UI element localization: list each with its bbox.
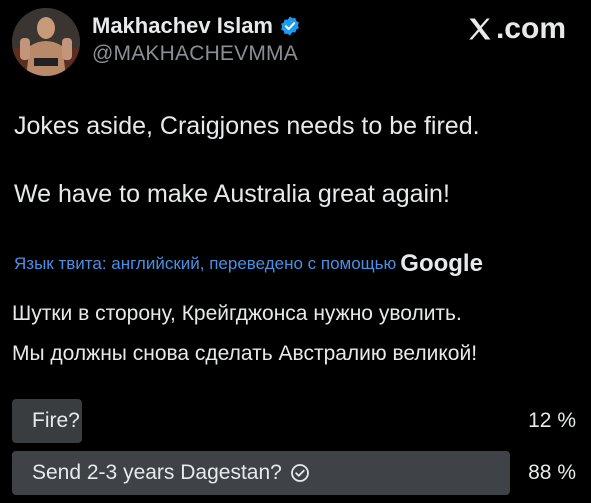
google-logo-text: Google [400,250,483,277]
tweet-text-line-2: We have to make Australia great again! [14,180,450,208]
check-circle-icon [290,463,310,483]
x-logo-icon [466,15,494,43]
poll-option-percent: 12 % [528,409,576,432]
translated-text-line-2: Мы должны снова сделать Австралию велико… [12,342,478,365]
translation-attribution[interactable]: Язык твита: английский, переведено с пом… [14,250,483,278]
verified-badge-icon [279,15,301,37]
poll-option-text: Fire? [32,409,80,432]
poll-option-text: Send 2-3 years Dagestan? [32,461,282,484]
poll-option-label: Send 2-3 years Dagestan? [32,451,310,495]
author-handle[interactable]: @MAKHACHEVMMA [92,42,301,66]
brand-domain-label: .com [495,12,566,45]
translation-label[interactable]: Язык твита: английский, переведено с пом… [14,254,396,274]
poll-option-label: Fire? [32,399,80,443]
tweet-header: Makhachev Islam @MAKHACHEVMMA .com [12,8,580,80]
translated-text-line-1: Шутки в сторону, Крейгджонса нужно уволи… [12,302,462,325]
author-display-name[interactable]: Makhachev Islam [92,13,273,39]
avatar-image [12,8,80,76]
display-name-row: Makhachev Islam [92,12,301,40]
x-com-brand: .com [466,12,566,46]
poll-option-percent: 88 % [528,461,576,484]
author-names: Makhachev Islam @MAKHACHEVMMA [92,12,301,66]
avatar[interactable] [12,8,80,76]
poll-option-2[interactable]: Send 2-3 years Dagestan? 88 % [12,451,578,495]
tweet-text-line-1: Jokes aside, Craigjones needs to be fire… [14,112,480,140]
poll-option-1[interactable]: Fire? 12 % [12,399,578,443]
